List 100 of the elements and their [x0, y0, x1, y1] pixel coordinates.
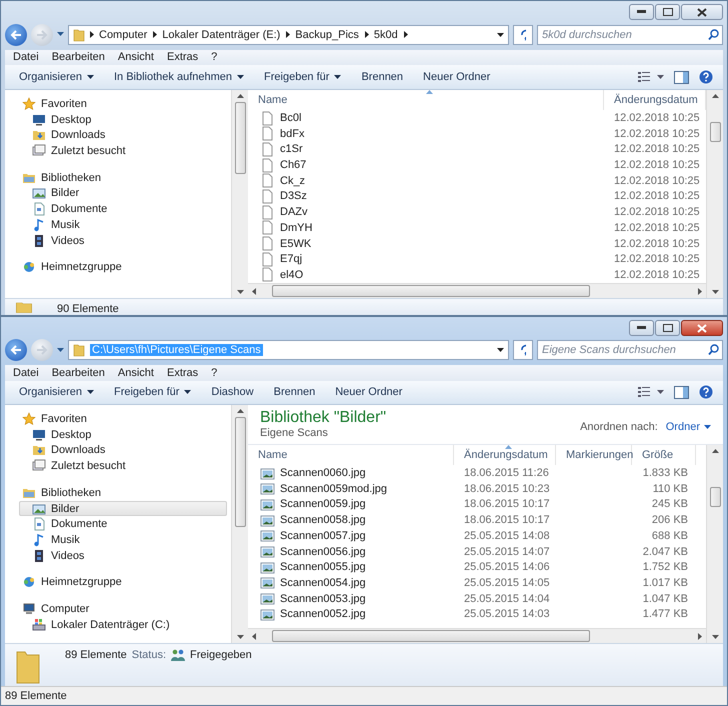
back-button[interactable] [5, 339, 27, 362]
vertical-scrollbar[interactable] [706, 445, 723, 644]
toolbar-button[interactable]: Brennen [264, 380, 326, 404]
file-name[interactable]: el4O [248, 267, 604, 282]
toolbar-button[interactable]: Diashow [201, 380, 264, 404]
maximize-button[interactable] [655, 4, 680, 20]
file-name[interactable]: Ch67 [248, 158, 604, 173]
toolbar-button[interactable]: Organisieren [9, 65, 104, 90]
search-field[interactable]: 5k0d durchsuchen [537, 24, 723, 45]
column-header[interactable]: Markierungen [556, 445, 632, 466]
menu-item[interactable]: Ansicht [118, 51, 154, 64]
toolbar-button[interactable]: Freigeben für [104, 380, 202, 404]
refresh-button[interactable] [513, 24, 533, 45]
toolbar-button[interactable]: Organisieren [9, 380, 104, 404]
breadcrumb-item[interactable]: Backup_Pics [295, 28, 359, 41]
scroll-up-icon[interactable] [236, 94, 244, 98]
menu-item[interactable]: Datei [13, 366, 39, 379]
scroll-left-icon[interactable] [252, 288, 256, 294]
scroll-up-icon[interactable] [712, 449, 718, 454]
file-name[interactable]: bdFx [248, 126, 604, 142]
breadcrumb-item[interactable]: Computer [99, 28, 148, 41]
menu-item[interactable]: Bearbeiten [52, 366, 105, 379]
sidebar-item[interactable]: Musik [19, 216, 227, 233]
toolbar-button[interactable]: Freigeben für [254, 65, 352, 90]
sidebar-item[interactable]: Zuletzt besucht [19, 458, 227, 474]
sidebar-item[interactable]: Downloads [19, 128, 227, 144]
sidebar-item[interactable]: Dokumente [19, 516, 227, 532]
toolbar-button[interactable]: Neuer Ordner [413, 65, 500, 90]
file-name[interactable]: Scannen0059mod.jpg [248, 481, 454, 496]
scroll-right-icon[interactable] [698, 288, 702, 294]
refresh-button[interactable] [513, 340, 533, 360]
toolbar-button[interactable]: Neuer Ordner [325, 380, 412, 404]
close-button[interactable] [681, 320, 723, 336]
file-name[interactable]: Scannen0057.jpg [248, 528, 454, 544]
sidebar-item[interactable]: Dokumente [19, 201, 227, 217]
sidebar-item[interactable]: Bilder [19, 500, 227, 516]
sidebar-item[interactable]: Desktop [19, 112, 227, 128]
menu-item[interactable]: Bearbeiten [52, 51, 105, 64]
column-header[interactable]: Name [248, 90, 604, 110]
scroll-left-icon[interactable] [252, 632, 256, 640]
minimize-button[interactable] [629, 320, 654, 336]
file-name[interactable]: E5WK [248, 236, 604, 251]
view-options-icon[interactable] [638, 71, 664, 84]
menu-item[interactable]: Ansicht [118, 366, 154, 379]
sidebar-item[interactable]: Favoriten [19, 96, 227, 112]
file-name[interactable]: Ck_z [248, 173, 604, 188]
file-name[interactable]: Scannen0059.jpg [248, 496, 454, 512]
sidebar-item[interactable]: Videos [19, 548, 227, 564]
menu-item[interactable]: ? [211, 366, 218, 379]
preview-pane-icon[interactable] [674, 70, 689, 84]
scroll-down-icon[interactable] [236, 290, 244, 294]
column-header[interactable]: Änderungsdatum [454, 445, 556, 466]
sidebar-item[interactable]: Heimnetzgruppe [19, 259, 227, 276]
address-bar[interactable]: Computer Lokaler Datenträger (E:) Backup_Pics 5k0d [68, 24, 509, 45]
file-name[interactable]: DAZv [248, 204, 604, 220]
scroll-up-icon[interactable] [712, 94, 718, 98]
sidebar-item[interactable]: Desktop [19, 426, 227, 443]
scroll-up-icon[interactable] [236, 409, 244, 414]
maximize-button[interactable] [655, 320, 680, 336]
sidebar-item[interactable]: Downloads [19, 442, 227, 458]
vertical-scrollbar[interactable] [231, 90, 248, 298]
help-icon[interactable] [699, 70, 713, 84]
file-name[interactable]: E7qj [248, 252, 604, 267]
scroll-down-icon[interactable] [712, 635, 718, 640]
scroll-thumb[interactable] [234, 417, 246, 528]
minimize-button[interactable] [629, 4, 654, 20]
vertical-scrollbar[interactable] [706, 90, 723, 298]
vertical-scrollbar[interactable] [231, 405, 248, 644]
horizontal-scrollbar[interactable] [248, 283, 706, 298]
file-name[interactable]: Scannen0055.jpg [248, 560, 454, 575]
scroll-thumb[interactable] [234, 102, 246, 174]
file-name[interactable]: Scannen0052.jpg [248, 606, 454, 622]
menu-item[interactable]: Extras [166, 366, 198, 379]
help-icon[interactable] [699, 385, 713, 400]
toolbar-button[interactable]: In Bibliothek aufnehmen [104, 65, 254, 90]
column-header[interactable]: Name [248, 445, 454, 466]
sidebar-item[interactable]: Favoriten [19, 411, 227, 427]
sidebar-item[interactable]: Heimnetzgruppe [19, 574, 227, 590]
menu-item[interactable]: Extras [166, 51, 198, 64]
back-button[interactable] [5, 24, 27, 46]
sidebar-item[interactable]: Zuletzt besucht [19, 143, 227, 159]
sidebar-item[interactable]: Lokaler Datenträger (C:) [19, 616, 227, 632]
arrange-dropdown[interactable]: Ordner [666, 420, 711, 433]
scroll-thumb[interactable] [710, 487, 720, 508]
file-name[interactable]: Scannen0058.jpg [248, 512, 454, 528]
file-name[interactable]: Scannen0056.jpg [248, 544, 454, 559]
file-name[interactable]: c1Sr [248, 142, 604, 157]
sidebar-item[interactable]: Videos [19, 232, 227, 248]
scroll-thumb[interactable] [710, 122, 720, 142]
toolbar-button[interactable]: Brennen [351, 65, 414, 90]
file-name[interactable]: DmYH [248, 220, 604, 236]
file-name[interactable]: Bc0l [248, 110, 604, 126]
search-field[interactable]: Eigene Scans durchsuchen [537, 340, 723, 360]
file-name[interactable]: Scannen0054.jpg [248, 575, 454, 590]
sidebar-item[interactable]: Bibliotheken [19, 484, 227, 501]
file-name[interactable]: Scannen0053.jpg [248, 591, 454, 606]
menu-item[interactable]: ? [211, 51, 218, 64]
breadcrumb-item[interactable]: Lokaler Datenträger (E:) [162, 28, 280, 41]
scroll-down-icon[interactable] [236, 635, 244, 640]
breadcrumb-item[interactable]: 5k0d [374, 28, 398, 41]
